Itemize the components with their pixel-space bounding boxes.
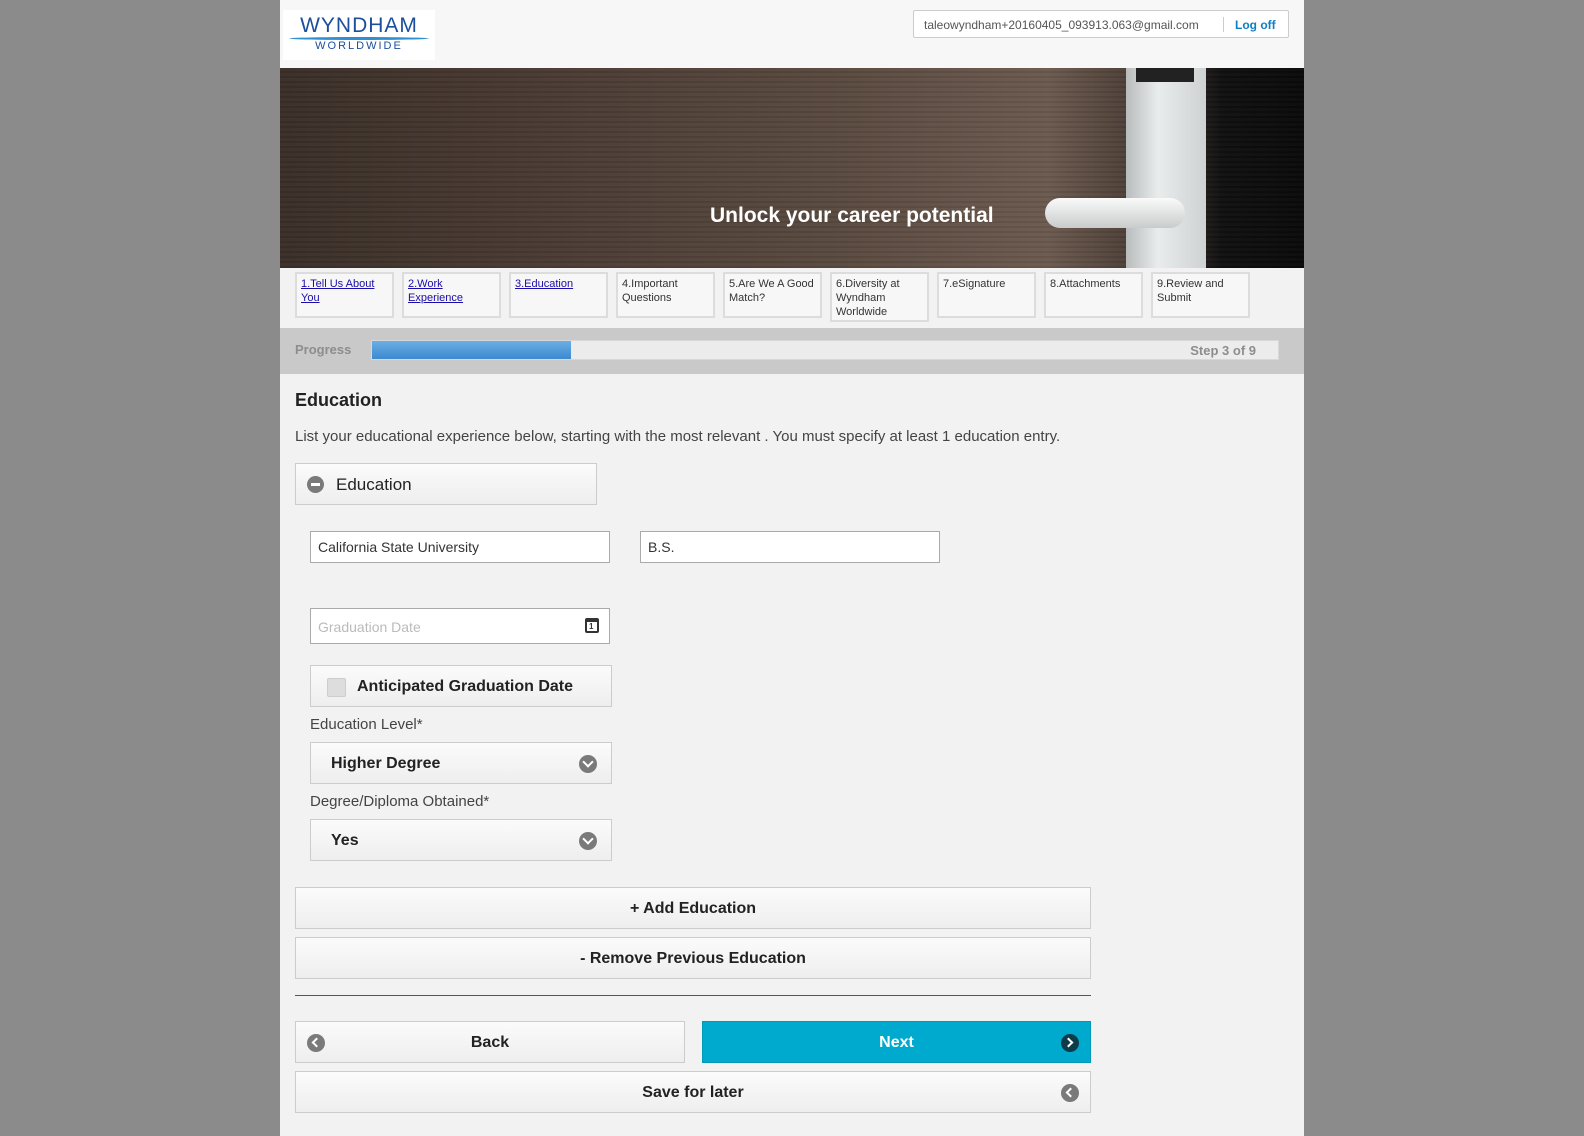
back-button[interactable]: Back: [295, 1021, 685, 1063]
education-level-value: Higher Degree: [331, 755, 441, 772]
section-divider: [295, 995, 1091, 996]
chevron-down-icon: [579, 832, 597, 850]
education-section-label: Education: [336, 475, 412, 494]
step-tab: 8.Attachments: [1044, 272, 1143, 318]
progress-label: Progress: [295, 342, 352, 357]
degree-input[interactable]: B.S.: [640, 531, 940, 563]
add-education-button[interactable]: + Add Education: [295, 887, 1091, 929]
education-level-label: Education Level*: [310, 716, 423, 733]
banner-tagline: Unlock your career potential: [710, 204, 994, 227]
door-lock-plate: [1126, 68, 1206, 268]
header: WYNDHAM WORLDWIDE taleowyndham+20160405_…: [280, 0, 1304, 68]
school-input[interactable]: California State University: [310, 531, 610, 563]
progress-bar: Progress Step 3 of 9: [280, 328, 1304, 374]
step-tab[interactable]: 3.Education: [509, 272, 608, 318]
graduation-date-input[interactable]: Graduation Date: [310, 608, 610, 644]
checkbox-icon[interactable]: [327, 678, 346, 697]
logo-subtitle: WORLDWIDE: [315, 40, 403, 52]
card-slot: [1136, 68, 1194, 82]
step-tab: 7.eSignature: [937, 272, 1036, 318]
chevron-down-icon: [579, 755, 597, 773]
diploma-obtained-value: Yes: [331, 832, 359, 849]
step-tab: 5.Are We A Good Match?: [723, 272, 822, 318]
step-tab: 9.Review and Submit: [1151, 272, 1250, 318]
account-divider: [1223, 17, 1224, 32]
arrow-right-icon: [1061, 1034, 1079, 1052]
next-button-label: Next: [879, 1034, 914, 1051]
save-for-later-button[interactable]: Save for later: [295, 1071, 1091, 1113]
step-tab: 6.Diversity at Wyndham Worldwide: [830, 272, 929, 322]
graduation-date-placeholder: Graduation Date: [318, 619, 421, 635]
step-tab[interactable]: 1.Tell Us About You: [295, 272, 394, 318]
logoff-link[interactable]: Log off: [1235, 18, 1276, 32]
account-bar: taleowyndham+20160405_093913.063@gmail.c…: [913, 10, 1289, 38]
logo-wordmark: WYNDHAM: [300, 14, 418, 37]
door-handle: [1045, 198, 1185, 228]
next-button[interactable]: Next: [702, 1021, 1091, 1063]
remove-education-button[interactable]: - Remove Previous Education: [295, 937, 1091, 979]
education-level-select[interactable]: Higher Degree: [310, 742, 612, 784]
step-tab: 4.Important Questions: [616, 272, 715, 318]
wyndham-logo: WYNDHAM WORLDWIDE: [283, 10, 435, 60]
anticipated-graduation-label: Anticipated Graduation Date: [357, 678, 574, 695]
anticipated-graduation-checkbox[interactable]: Anticipated Graduation Date: [310, 665, 612, 707]
page: WYNDHAM WORLDWIDE taleowyndham+20160405_…: [280, 0, 1304, 1136]
page-instructions: List your educational experience below, …: [295, 428, 1061, 445]
education-section-toggle[interactable]: Education: [295, 463, 597, 505]
step-tab[interactable]: 2.Work Experience: [402, 272, 501, 318]
page-title: Education: [295, 390, 383, 410]
arrow-left-icon: [1061, 1084, 1079, 1102]
save-button-label: Save for later: [642, 1084, 744, 1101]
progress-fill: [372, 341, 572, 359]
back-button-label: Back: [470, 1034, 510, 1051]
step-navigation: 1.Tell Us About You 2.Work Experience 3.Ed…: [295, 272, 1295, 324]
diploma-obtained-label: Degree/Diploma Obtained*: [310, 793, 490, 810]
progress-track: Step 3 of 9: [371, 340, 1279, 360]
hero-banner: Unlock your career potential: [280, 68, 1304, 268]
user-email: taleowyndham+20160405_093913.063@gmail.c…: [924, 18, 1199, 32]
arrow-left-icon: [307, 1034, 325, 1052]
diploma-obtained-select[interactable]: Yes: [310, 819, 612, 861]
collapse-icon: [307, 476, 324, 493]
progress-step-text: Step 3 of 9: [1190, 343, 1256, 358]
calendar-icon[interactable]: [585, 618, 599, 633]
